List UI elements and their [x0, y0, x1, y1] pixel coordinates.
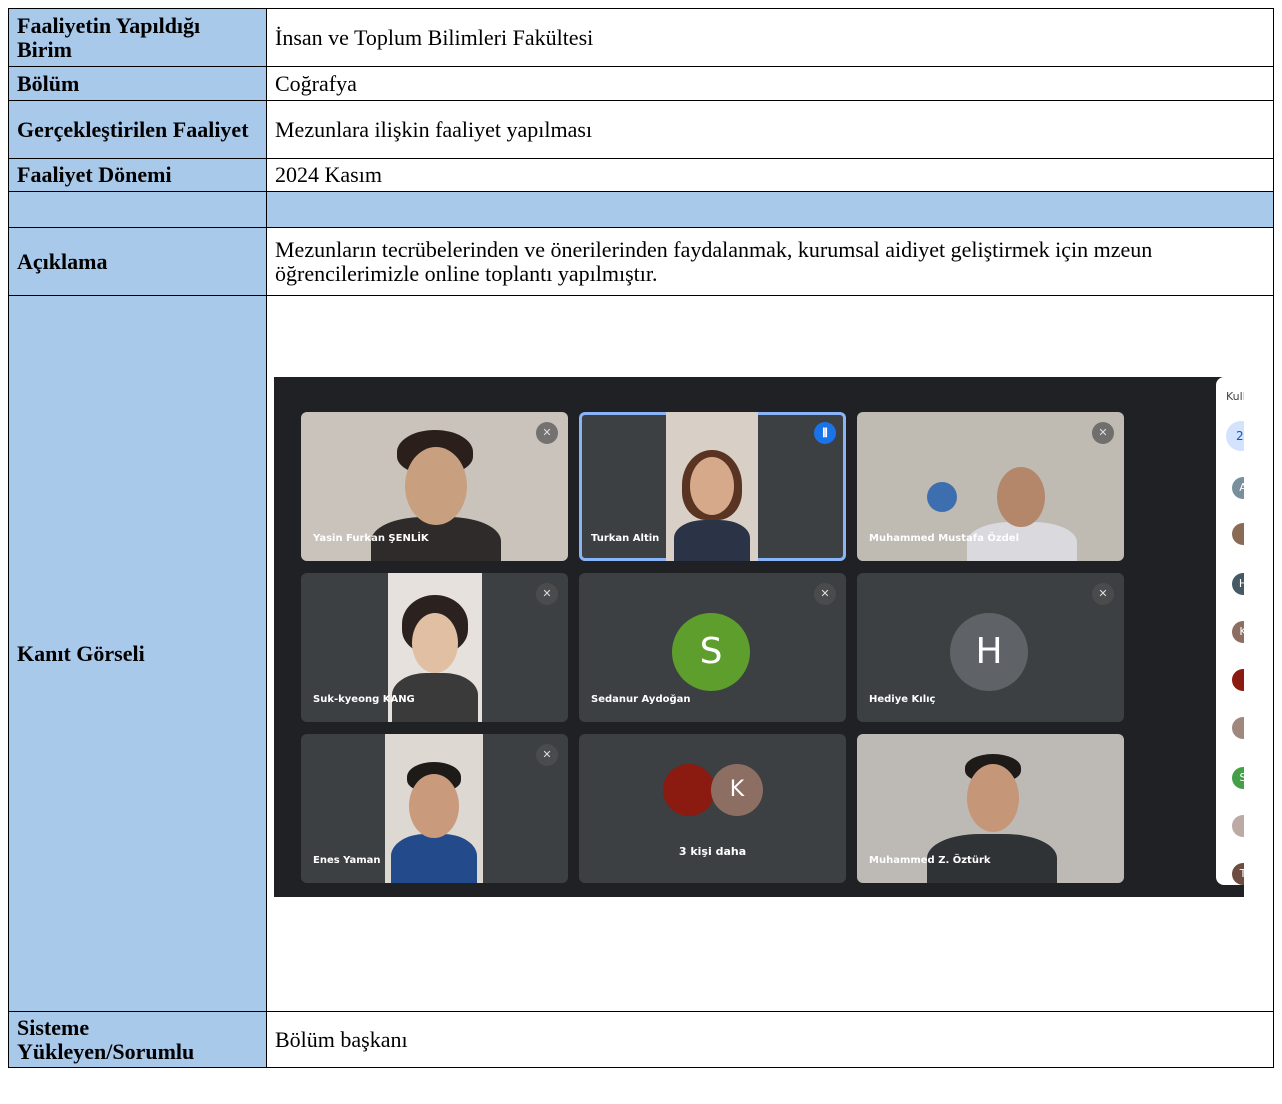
participant-video: [385, 734, 483, 883]
participant-name: Suk-kyeong KANG: [313, 694, 415, 705]
responsible-label: Sisteme Yükleyen/Sorumlu: [8, 1011, 267, 1068]
avatar: K: [711, 764, 763, 816]
responsible-value: Bölüm başkanı: [266, 1011, 1274, 1068]
panel-avatar: S: [1232, 767, 1244, 789]
period-label: Faaliyet Dönemi: [8, 158, 267, 192]
speaking-icon: ⦀: [814, 422, 836, 444]
panel-avatar: [1232, 815, 1244, 837]
participant-tile: Muhammed Z. Öztürk: [857, 734, 1124, 883]
participant-tile: ✕ Yasin Furkan ŞENLİK: [301, 412, 568, 561]
participant-name: Hediye Kılıç: [869, 694, 936, 705]
participant-tile: ✕ Suk-kyeong KANG: [301, 573, 568, 722]
panel-avatar: [1232, 523, 1244, 545]
participant-name: Muhammed Mustafa Özdel: [869, 533, 1020, 544]
participant-tile-active: ⦀ Turkan Altin: [579, 412, 846, 561]
mic-off-icon: ✕: [536, 422, 558, 444]
panel-avatar: A: [1232, 477, 1244, 499]
mic-off-icon: ✕: [1092, 583, 1114, 605]
people-panel: Kulla 2+ K A H K S T: [1216, 377, 1244, 885]
mic-off-icon: ✕: [814, 583, 836, 605]
mic-off-icon: ✕: [536, 583, 558, 605]
participant-tile: ✕ Muhammed Mustafa Özdel: [857, 412, 1124, 561]
avatar: [663, 764, 715, 816]
more-participants-label[interactable]: 3 kişi daha: [579, 840, 846, 864]
panel-avatar: [1232, 669, 1244, 691]
panel-avatar: K: [1232, 621, 1244, 643]
more-participants-tile: K 3 kişi daha: [579, 734, 846, 883]
mic-off-icon: ✕: [1092, 422, 1114, 444]
participant-name: Sedanur Aydoğan: [591, 694, 691, 705]
department-label: Bölüm: [8, 66, 267, 101]
activity-label: Gerçekleştirilen Faaliyet: [8, 100, 267, 159]
description-label: Açıklama: [8, 227, 267, 296]
avatar: H: [950, 613, 1028, 691]
participant-name: Enes Yaman: [313, 855, 381, 866]
activity-form-table: Faaliyetin Yapıldığı Birim İnsan ve Topl…: [8, 8, 1274, 1068]
unit-value: İnsan ve Toplum Bilimleri Fakültesi: [266, 8, 1274, 67]
blank-value-cell: [266, 191, 1274, 228]
panel-title: Kulla: [1226, 390, 1244, 403]
add-person-button[interactable]: 2+ K: [1226, 421, 1244, 451]
meeting-screenshot: ✕ Yasin Furkan ŞENLİK ⦀ Turkan Altin ✕ M…: [274, 377, 1244, 897]
participant-name: Muhammed Z. Öztürk: [869, 855, 991, 866]
mic-off-icon: ✕: [536, 744, 558, 766]
evidence-label: Kanıt Görseli: [8, 295, 267, 1012]
participant-tile: H ✕ Hediye Kılıç: [857, 573, 1124, 722]
activity-value: Mezunlara ilişkin faaliyet yapılması: [266, 100, 1274, 159]
unit-label: Faaliyetin Yapıldığı Birim: [8, 8, 267, 67]
period-value: 2024 Kasım: [266, 158, 1274, 192]
panel-avatar: [1232, 717, 1244, 739]
participant-name: Turkan Altin: [591, 533, 660, 544]
participant-tile: ✕ Enes Yaman: [301, 734, 568, 883]
panel-avatar: H: [1232, 573, 1244, 595]
panel-avatar: T: [1232, 863, 1244, 885]
department-value: Coğrafya: [266, 66, 1274, 101]
participant-video: [666, 412, 758, 561]
participant-name: Yasin Furkan ŞENLİK: [313, 533, 429, 544]
evidence-image-cell: ✕ Yasin Furkan ŞENLİK ⦀ Turkan Altin ✕ M…: [266, 295, 1274, 1012]
description-value: Mezunların tecrübelerinden ve önerilerin…: [266, 227, 1274, 296]
participant-tile: S ✕ Sedanur Aydoğan: [579, 573, 846, 722]
blank-label-cell: [8, 191, 267, 228]
avatar: S: [672, 613, 750, 691]
